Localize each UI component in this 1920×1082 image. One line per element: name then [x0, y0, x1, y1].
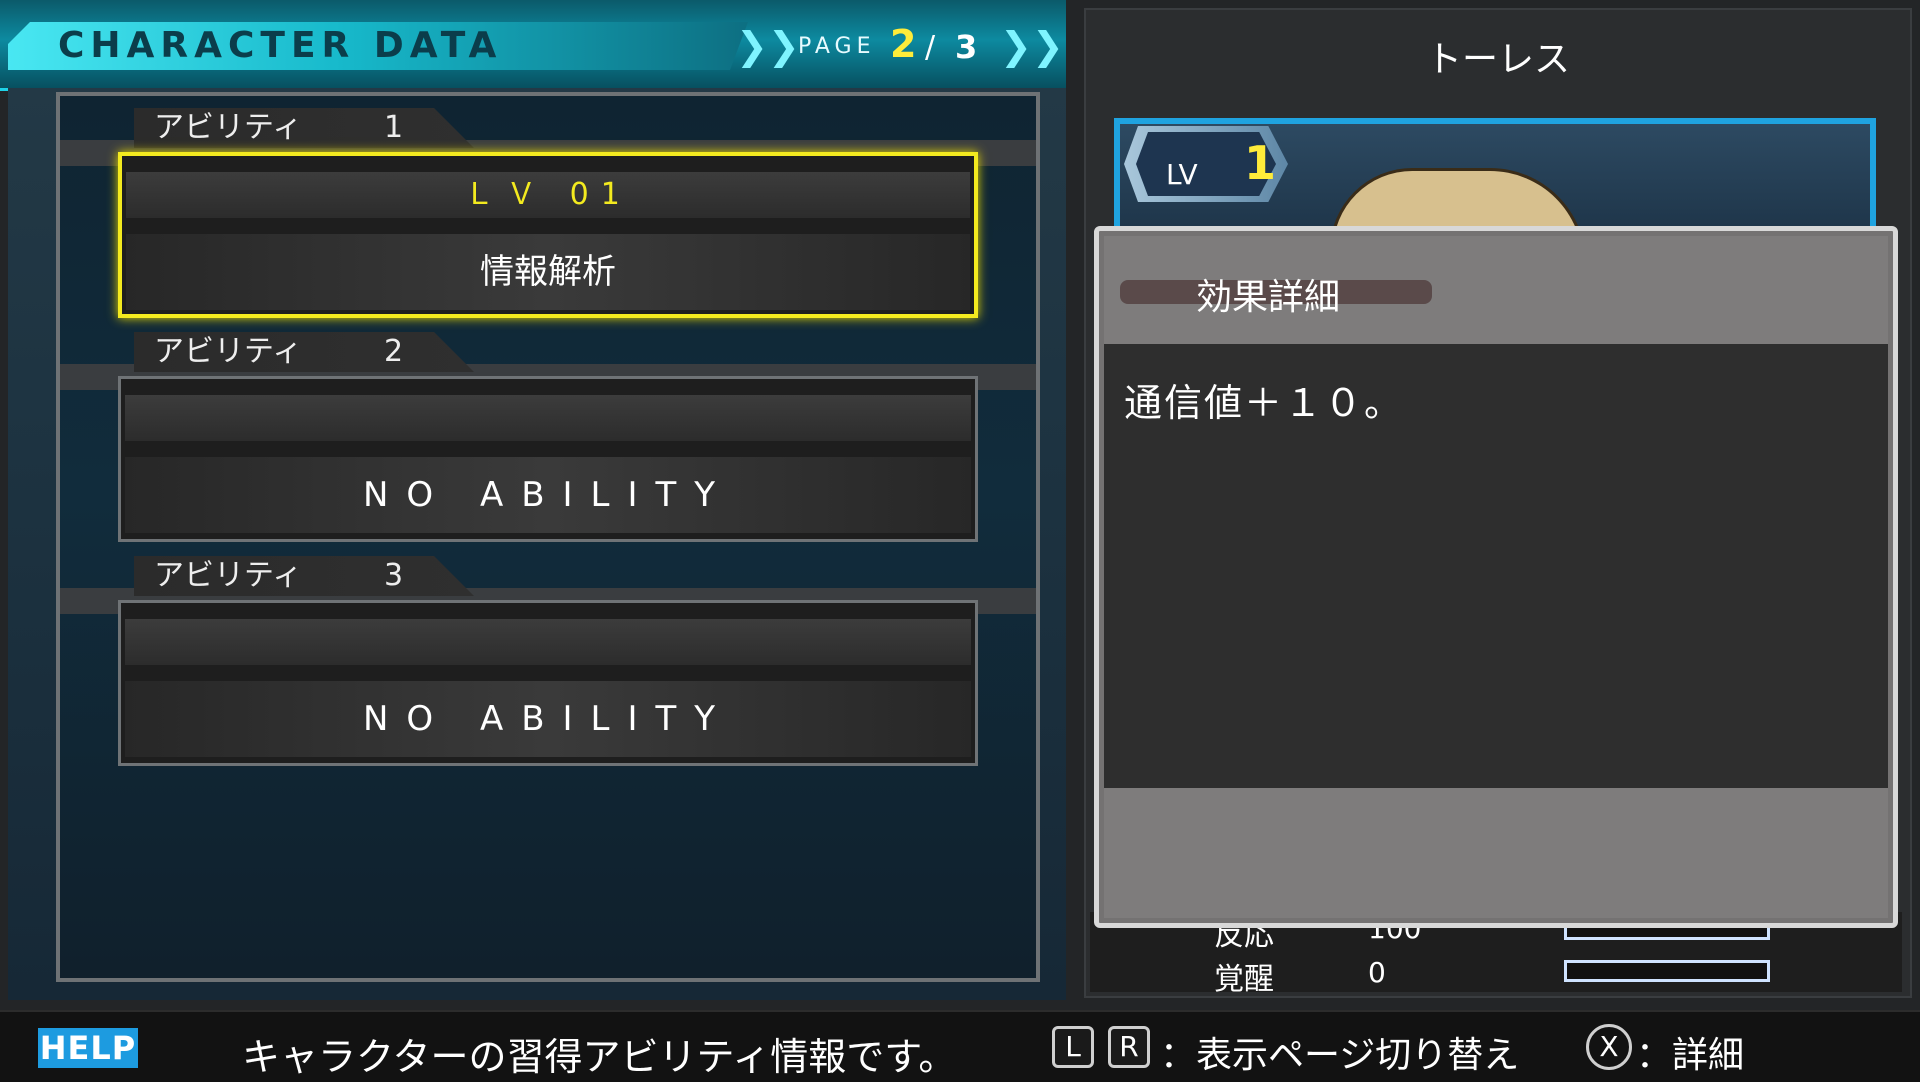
chevron-right-icon: ❯❯: [736, 24, 800, 68]
x-button-icon[interactable]: X: [1586, 1024, 1632, 1070]
ability-slot-number: 1: [384, 110, 404, 145]
stat-label: 覚醒: [1214, 962, 1274, 997]
ability-slot-number: 2: [384, 334, 404, 369]
help-text: キャラクターの習得アビリティ情報です。: [242, 1035, 957, 1079]
l-button-icon[interactable]: L: [1052, 1026, 1094, 1068]
page-title: CHARACTER DATA: [58, 25, 503, 66]
ability-level: ＬＶ 01: [126, 172, 970, 218]
popup-description: 通信値＋１０。: [1124, 381, 1405, 425]
ability-slot-1[interactable]: ＬＶ 01 情報解析: [118, 152, 978, 318]
page-current: 2: [890, 22, 917, 66]
ability-name: NO ABILITY: [125, 681, 971, 757]
ability-label-text: アビリティ: [154, 110, 303, 145]
stat-gauge: [1564, 960, 1770, 982]
help-badge: HELP: [38, 1028, 138, 1068]
detail-hint: ：詳細: [1636, 1035, 1745, 1076]
ability-level: [125, 619, 971, 665]
popup-title: 効果詳細: [1196, 277, 1341, 318]
page-total: 3: [955, 28, 978, 66]
character-name: トーレス: [1425, 39, 1570, 80]
ability-slot-label: アビリティ 1: [134, 108, 474, 148]
ability-label-text: アビリティ: [154, 334, 303, 369]
page-switch-hint: ：表示ページ切り替え: [1160, 1035, 1520, 1076]
popup-footer-band: [1104, 788, 1888, 918]
page-label: PAGE: [798, 34, 876, 59]
ability-name: 情報解析: [126, 234, 970, 310]
level-label: LV: [1166, 158, 1198, 191]
ability-slot-2[interactable]: NO ABILITY: [118, 376, 978, 542]
chevron-right-icon: ❯❯: [1000, 24, 1064, 68]
stat-row: [1090, 952, 1902, 992]
stat-value: 0: [1368, 956, 1386, 989]
ability-slot-3[interactable]: NO ABILITY: [118, 600, 978, 766]
ability-label-text: アビリティ: [154, 558, 303, 593]
page-separator: /: [925, 30, 936, 65]
r-button-icon[interactable]: R: [1108, 1026, 1150, 1068]
ability-slot-label: アビリティ 2: [134, 332, 474, 372]
ability-name: NO ABILITY: [125, 457, 971, 533]
ability-slot-number: 3: [384, 558, 404, 593]
ability-slot-label: アビリティ 3: [134, 556, 474, 596]
level-value: 1: [1244, 136, 1277, 190]
ability-level: [125, 395, 971, 441]
